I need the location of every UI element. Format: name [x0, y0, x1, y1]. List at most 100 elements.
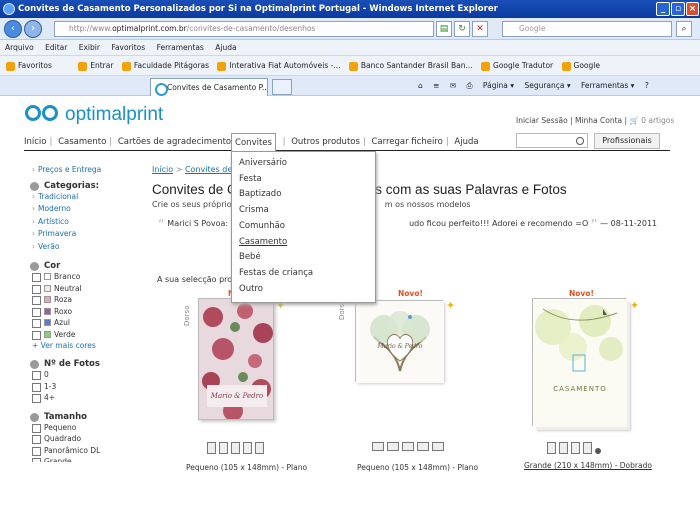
more-colors-link[interactable]: + Ver mais cores: [30, 340, 140, 351]
cat-tradicional[interactable]: Tradicional: [30, 191, 140, 204]
fav-entrar[interactable]: Entrar: [78, 56, 113, 75]
favorite-star-icon[interactable]: ✦: [446, 300, 457, 311]
tamanho-heading[interactable]: Tamanho: [30, 412, 140, 422]
favorites-button[interactable]: Favoritos: [6, 56, 52, 75]
card-thumbnails[interactable]: [547, 442, 604, 456]
home-icon[interactable]: ⌂: [418, 81, 423, 90]
dropdown-item-outro[interactable]: Outro: [232, 282, 375, 298]
dropdown-item-baptizado[interactable]: Baptizado: [232, 187, 375, 203]
nav-cartoes[interactable]: Cartões de agradecimento: [118, 137, 231, 147]
fotos-filter[interactable]: 4+: [30, 392, 140, 404]
tab-bar: Convites de Casamento P... ⌂ ≡ ✉ ⎙ Págin…: [0, 76, 700, 96]
color-filter[interactable]: Verde: [30, 329, 140, 341]
menu-ferramentas[interactable]: Ferramentas: [157, 43, 204, 52]
open-quote-icon: “: [158, 218, 165, 233]
dropdown-item-aniversario[interactable]: Aniversário: [232, 156, 375, 172]
invitation-card[interactable]: Mario & Pedro: [198, 298, 274, 420]
card-thumbnails[interactable]: [372, 442, 447, 456]
close-button[interactable]: ×: [686, 2, 699, 16]
page-menu[interactable]: Página ▾: [483, 81, 514, 90]
help-icon[interactable]: ?: [645, 81, 649, 90]
card-caption: Pequeno (105 x 148mm) - Plano: [357, 463, 479, 472]
dropdown-item-festa[interactable]: Festa: [232, 172, 375, 188]
color-filter[interactable]: Roza: [30, 294, 140, 306]
fotos-filter[interactable]: 0: [30, 369, 140, 381]
color-filter[interactable]: Branco: [30, 271, 140, 283]
categorias-heading[interactable]: Categorias:: [30, 181, 140, 191]
menu-editar[interactable]: Editar: [45, 43, 67, 52]
color-filter[interactable]: Roxo: [30, 306, 140, 318]
size-filter[interactable]: Panorâmico DL: [30, 445, 140, 457]
dropdown-item-comunhao[interactable]: Comunhão: [232, 219, 375, 235]
nav-inicio[interactable]: Início: [24, 137, 47, 147]
testimonial-date: — 08-11-2011: [600, 219, 658, 228]
selection-text: A sua selecção prod: [157, 275, 238, 284]
cor-heading[interactable]: Cor: [30, 261, 140, 271]
menu-exibir[interactable]: Exibir: [79, 43, 100, 52]
back-button[interactable]: ‹: [4, 20, 22, 38]
precos-link[interactable]: Preços e Entrega: [30, 164, 140, 177]
site-logo[interactable]: optimalprint: [25, 103, 163, 126]
restore-button[interactable]: ▫: [671, 2, 685, 16]
favorite-star-icon[interactable]: ✦: [630, 300, 641, 311]
fav-fiat[interactable]: Interativa Fiat Automóveis -...: [217, 56, 340, 75]
size-filter[interactable]: Pequeno: [30, 422, 140, 434]
fav-santander[interactable]: Banco Santander Brasil Ban...: [348, 56, 473, 75]
fotos-filter[interactable]: 1-3: [30, 381, 140, 393]
profissionais-button[interactable]: Profissionais: [594, 133, 660, 149]
refresh-icon[interactable]: ↻: [454, 21, 470, 37]
forward-button[interactable]: ›: [24, 20, 42, 38]
mail-icon[interactable]: ✉: [450, 81, 456, 90]
invitation-card[interactable]: CASAMENTO: [532, 298, 627, 427]
browser-tab[interactable]: Convites de Casamento P...: [150, 78, 268, 96]
fav-faculdade[interactable]: Faculdade Pitágoras: [121, 56, 209, 75]
favorites-bar: Favoritos Entrar Faculdade Pitágoras Int…: [0, 56, 700, 76]
print-icon[interactable]: ⎙: [467, 81, 473, 90]
nav-carregar[interactable]: Carregar ficheiro: [371, 137, 442, 147]
cat-artistico[interactable]: Artístico: [30, 216, 140, 229]
color-filter[interactable]: Neutral: [30, 283, 140, 295]
dropdown-item-crisma[interactable]: Crisma: [232, 203, 375, 219]
search-input[interactable]: Google: [502, 21, 672, 37]
cart-count[interactable]: 0 artigos: [641, 116, 674, 125]
dropdown-item-festas-crianca[interactable]: Festas de criança: [232, 266, 375, 282]
cat-verao[interactable]: Verão: [30, 241, 140, 254]
invitation-card[interactable]: Mario & Pedro: [355, 300, 444, 383]
menu-favoritos[interactable]: Favoritos: [111, 43, 145, 52]
dropdown-item-casamento[interactable]: Casamento: [232, 235, 375, 251]
search-icon[interactable]: ⌕: [676, 21, 692, 37]
size-filter[interactable]: Quadrado: [30, 433, 140, 445]
color-filter[interactable]: Azul: [30, 317, 140, 329]
fav-google-tradutor[interactable]: Google Tradutor: [481, 56, 553, 75]
breadcrumb-home[interactable]: Início: [152, 165, 173, 174]
tools-menu[interactable]: Ferramentas ▾: [581, 81, 634, 90]
size-filter[interactable]: Grande: [30, 456, 140, 462]
security-menu[interactable]: Segurança ▾: [524, 81, 570, 90]
stop-icon[interactable]: ✕: [472, 21, 488, 37]
cat-primavera[interactable]: Primavera: [30, 228, 140, 241]
card-thumbnails[interactable]: [207, 442, 267, 456]
site-search-input[interactable]: [516, 133, 588, 148]
color-label: Verde: [54, 329, 76, 339]
cat-moderno[interactable]: Moderno: [30, 203, 140, 216]
menu-ajuda[interactable]: Ajuda: [215, 43, 236, 52]
nav-casamento[interactable]: Casamento: [58, 137, 106, 147]
minimize-button[interactable]: _: [656, 2, 670, 16]
novo-badge: Novo!: [398, 289, 423, 298]
nav-ajuda[interactable]: Ajuda: [454, 137, 478, 147]
fotos-heading[interactable]: Nº de Fotos: [30, 359, 140, 369]
color-label: Roza: [54, 295, 72, 304]
address-toolbar: ‹ › http://www.optimalprint.com.br/convi…: [0, 18, 700, 40]
account-links-text[interactable]: Iniciar Sessão | Minha Conta |: [516, 116, 627, 125]
menu-arquivo[interactable]: Arquivo: [5, 43, 34, 52]
fav-google[interactable]: Google: [561, 56, 600, 75]
cart-icon[interactable]: 🛒: [629, 116, 638, 125]
dropdown-item-bebe[interactable]: Bebé: [232, 250, 375, 266]
feeds-icon[interactable]: ≡: [433, 81, 439, 90]
address-bar[interactable]: http://www.optimalprint.com.br/convites-…: [54, 21, 434, 37]
new-tab-button[interactable]: [272, 79, 292, 95]
nav-convites-open[interactable]: Convites: [231, 133, 276, 152]
nav-outros[interactable]: Outros produtos: [291, 137, 360, 147]
window-titlebar: Convites de Casamento Personalizados por…: [0, 0, 700, 18]
compat-view-icon[interactable]: ▤: [436, 21, 452, 37]
